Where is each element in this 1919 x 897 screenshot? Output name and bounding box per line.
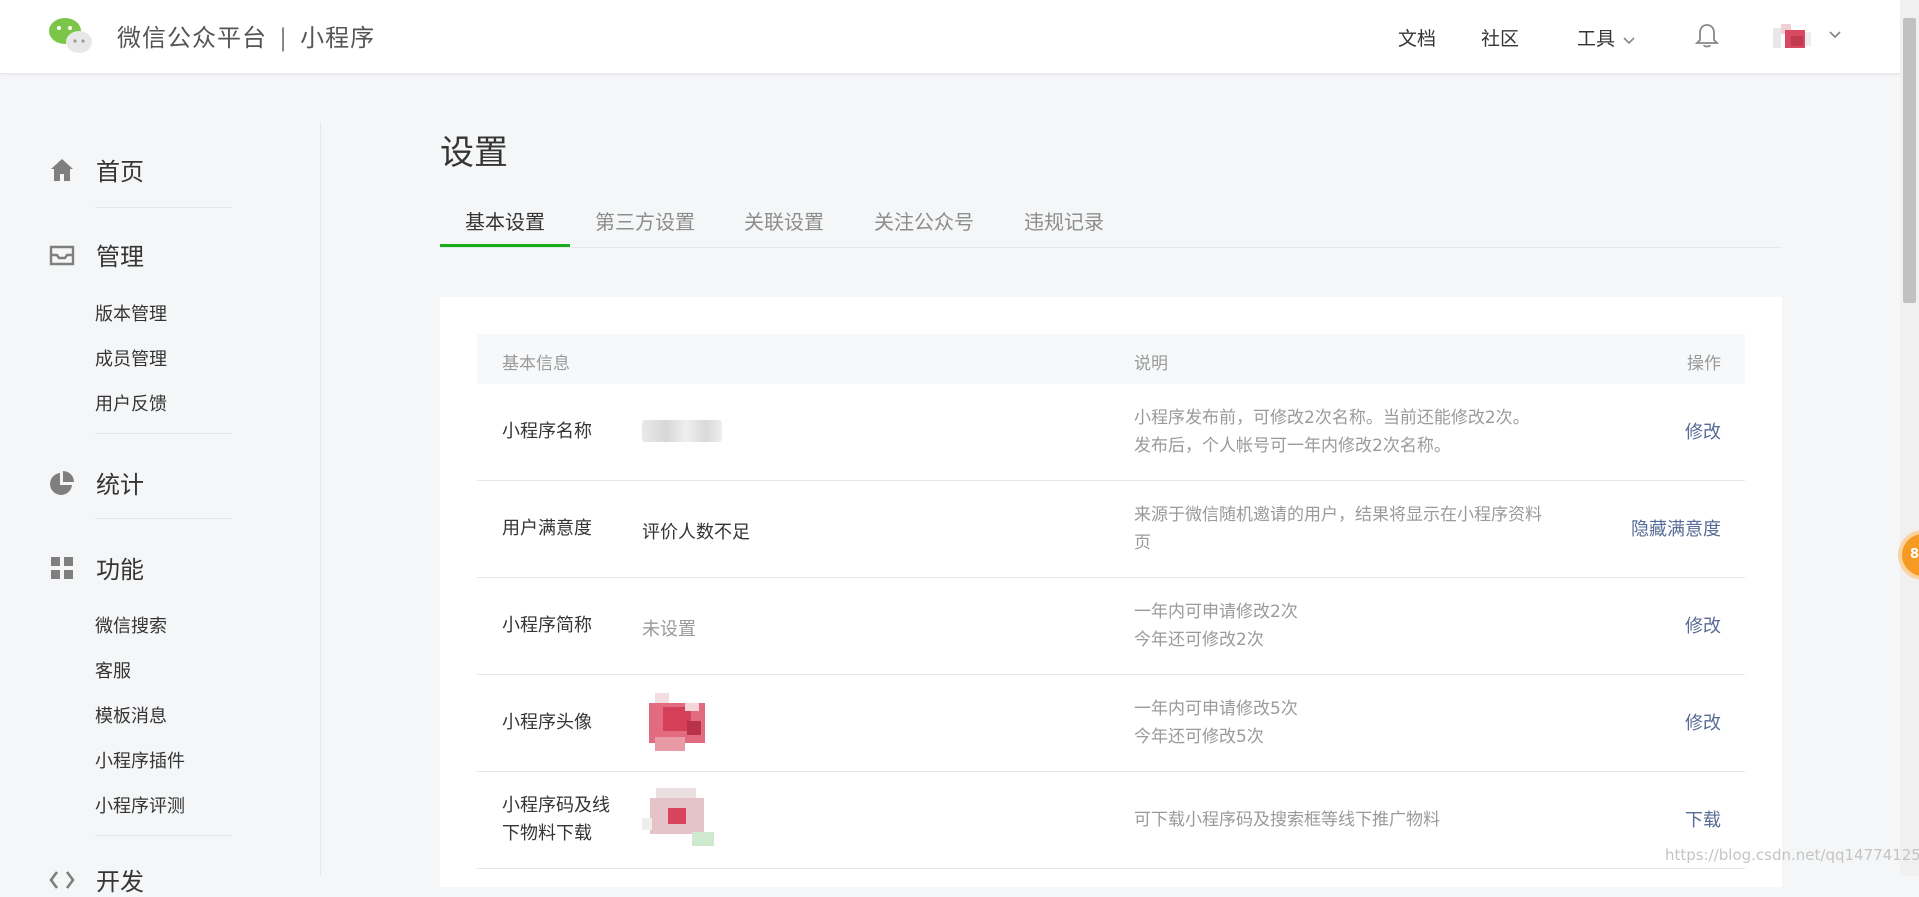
tab-basic-settings[interactable]: 基本设置 bbox=[465, 206, 545, 235]
bell-icon[interactable] bbox=[1694, 22, 1720, 50]
sidebar-item-dev[interactable]: 开发 bbox=[48, 862, 144, 897]
sidebar-item-template-message[interactable]: 模板消息 bbox=[95, 702, 167, 728]
sidebar-item-manage[interactable]: 管理 bbox=[48, 237, 144, 272]
desc-line: 发布后，个人帐号可一年内修改2次名称。 bbox=[1134, 436, 1451, 456]
sidebar-item-feedback[interactable]: 用户反馈 bbox=[95, 390, 167, 416]
brand-separator: | bbox=[279, 24, 289, 52]
row-description: 可下载小程序码及搜索框等线下推广物料 bbox=[1134, 806, 1574, 834]
row-description: 一年内可申请修改5次 今年还可修改5次 bbox=[1134, 695, 1574, 751]
table-row: 小程序简称 未设置 一年内可申请修改2次 今年还可修改2次 修改 bbox=[477, 578, 1745, 675]
hide-satisfaction-link[interactable]: 隐藏满意度 bbox=[1631, 515, 1721, 541]
sidebar-item-version[interactable]: 版本管理 bbox=[95, 300, 167, 326]
table-row: 小程序名称 小程序发布前，可修改2次名称。当前还能修改2次。 发布后，个人帐号可… bbox=[477, 384, 1745, 481]
desc-line: 来源于微信随机邀请的用户，结果将显示在小程序资料 bbox=[1134, 505, 1542, 525]
sidebar-divider bbox=[95, 433, 232, 434]
sidebar-item-features[interactable]: 功能 bbox=[48, 550, 144, 585]
sidebar-item-label: 开发 bbox=[96, 868, 144, 896]
download-link[interactable]: 下载 bbox=[1685, 806, 1721, 832]
row-description: 小程序发布前，可修改2次名称。当前还能修改2次。 发布后，个人帐号可一年内修改2… bbox=[1134, 404, 1574, 460]
header-basic-info: 基本信息 bbox=[502, 354, 570, 374]
tab-violations[interactable]: 违规记录 bbox=[1024, 206, 1104, 235]
sidebar-item-stats[interactable]: 统计 bbox=[48, 465, 144, 500]
top-bar: 微信公众平台 | 小程序 文档 社区 工具 bbox=[0, 0, 1900, 74]
desc-line: 今年还可修改5次 bbox=[1134, 727, 1264, 747]
row-label: 小程序头像 bbox=[502, 712, 592, 733]
inbox-icon bbox=[49, 245, 75, 265]
nav-docs[interactable]: 文档 bbox=[1398, 24, 1436, 51]
nav-tools-label: 工具 bbox=[1577, 28, 1616, 50]
brand-title[interactable]: 微信公众平台 | 小程序 bbox=[117, 18, 375, 53]
code-icon bbox=[49, 870, 75, 889]
tab-follow-account[interactable]: 关注公众号 bbox=[874, 206, 974, 235]
sidebar-divider bbox=[320, 122, 321, 876]
settings-tabs: 基本设置 第三方设置 关联设置 关注公众号 违规记录 bbox=[440, 202, 1782, 248]
qr-code-image bbox=[642, 788, 714, 846]
brand-product: 小程序 bbox=[300, 24, 376, 52]
brand-name: 微信公众平台 bbox=[117, 24, 267, 52]
sidebar-item-label: 首页 bbox=[96, 158, 144, 186]
desc-line: 可下载小程序码及搜索框等线下推广物料 bbox=[1134, 810, 1440, 830]
chevron-down-icon bbox=[1623, 37, 1635, 45]
desc-line: 一年内可申请修改2次 bbox=[1134, 602, 1298, 622]
sidebar-divider bbox=[95, 207, 232, 208]
sidebar-item-plugins[interactable]: 小程序插件 bbox=[95, 747, 185, 773]
header-operation: 操作 bbox=[1687, 354, 1721, 374]
nav-community[interactable]: 社区 bbox=[1481, 24, 1519, 51]
short-name-value: 未设置 bbox=[642, 619, 696, 640]
header-description: 说明 bbox=[1134, 354, 1168, 374]
page-title: 设置 bbox=[440, 133, 508, 173]
row-label: 小程序名称 bbox=[502, 421, 592, 442]
row-label: 小程序码及线 下物料下载 bbox=[502, 792, 610, 848]
app-avatar-image bbox=[649, 693, 705, 751]
scrollbar-thumb[interactable] bbox=[1903, 18, 1916, 303]
table-row: 小程序头像 一年内可申请修改5次 今年还可修改5次 修改 bbox=[477, 675, 1745, 772]
app-name-value bbox=[642, 420, 722, 442]
watermark: https://blog.csdn.net/qq14774125 bbox=[1665, 846, 1919, 864]
tab-association[interactable]: 关联设置 bbox=[744, 206, 824, 235]
wechat-logo-icon[interactable] bbox=[48, 16, 94, 56]
row-description: 一年内可申请修改2次 今年还可修改2次 bbox=[1134, 598, 1574, 654]
table-header: 基本信息 说明 操作 bbox=[477, 334, 1745, 384]
label-line: 下物料下载 bbox=[502, 823, 592, 844]
sidebar-item-wechat-search[interactable]: 微信搜索 bbox=[95, 612, 167, 638]
active-tab-indicator bbox=[440, 244, 570, 247]
sidebar-item-label: 管理 bbox=[96, 243, 144, 271]
sidebar-divider bbox=[95, 518, 232, 519]
user-avatar[interactable] bbox=[1773, 22, 1815, 54]
desc-line: 小程序发布前，可修改2次名称。当前还能修改2次。 bbox=[1134, 408, 1530, 428]
sidebar-divider bbox=[95, 835, 232, 836]
sidebar-item-members[interactable]: 成员管理 bbox=[95, 345, 167, 371]
table-row: 小程序码及线 下物料下载 可下载小程序码及搜索框等线下推广物料 下载 bbox=[477, 772, 1745, 869]
sidebar-item-label: 功能 bbox=[96, 556, 144, 584]
pie-chart-icon bbox=[50, 470, 74, 495]
sidebar-item-customer-service[interactable]: 客服 bbox=[95, 657, 131, 683]
edit-short-name-link[interactable]: 修改 bbox=[1685, 612, 1721, 638]
table-row: 用户满意度 评价人数不足 来源于微信随机邀请的用户，结果将显示在小程序资料 页 … bbox=[477, 481, 1745, 578]
satisfaction-value: 评价人数不足 bbox=[642, 522, 750, 543]
desc-line: 页 bbox=[1134, 533, 1151, 553]
desc-line: 一年内可申请修改5次 bbox=[1134, 699, 1298, 719]
grid-icon bbox=[51, 556, 73, 579]
edit-avatar-link[interactable]: 修改 bbox=[1685, 709, 1721, 735]
nav-tools[interactable]: 工具 bbox=[1577, 24, 1635, 51]
row-label: 小程序简称 bbox=[502, 615, 592, 636]
chevron-down-icon[interactable] bbox=[1829, 30, 1841, 40]
edit-name-link[interactable]: 修改 bbox=[1685, 418, 1721, 444]
settings-panel: 基本信息 说明 操作 小程序名称 小程序发布前，可修改2次名称。当前还能修改2次… bbox=[440, 297, 1782, 887]
sidebar-item-label: 统计 bbox=[96, 471, 144, 499]
desc-line: 今年还可修改2次 bbox=[1134, 630, 1264, 650]
row-label: 用户满意度 bbox=[502, 518, 592, 539]
tab-third-party[interactable]: 第三方设置 bbox=[595, 206, 695, 235]
home-icon bbox=[51, 158, 73, 181]
row-description: 来源于微信随机邀请的用户，结果将显示在小程序资料 页 bbox=[1134, 501, 1574, 557]
label-line: 小程序码及线 bbox=[502, 795, 610, 816]
sidebar-item-evaluation[interactable]: 小程序评测 bbox=[95, 792, 185, 818]
sidebar-item-home[interactable]: 首页 bbox=[48, 152, 144, 187]
